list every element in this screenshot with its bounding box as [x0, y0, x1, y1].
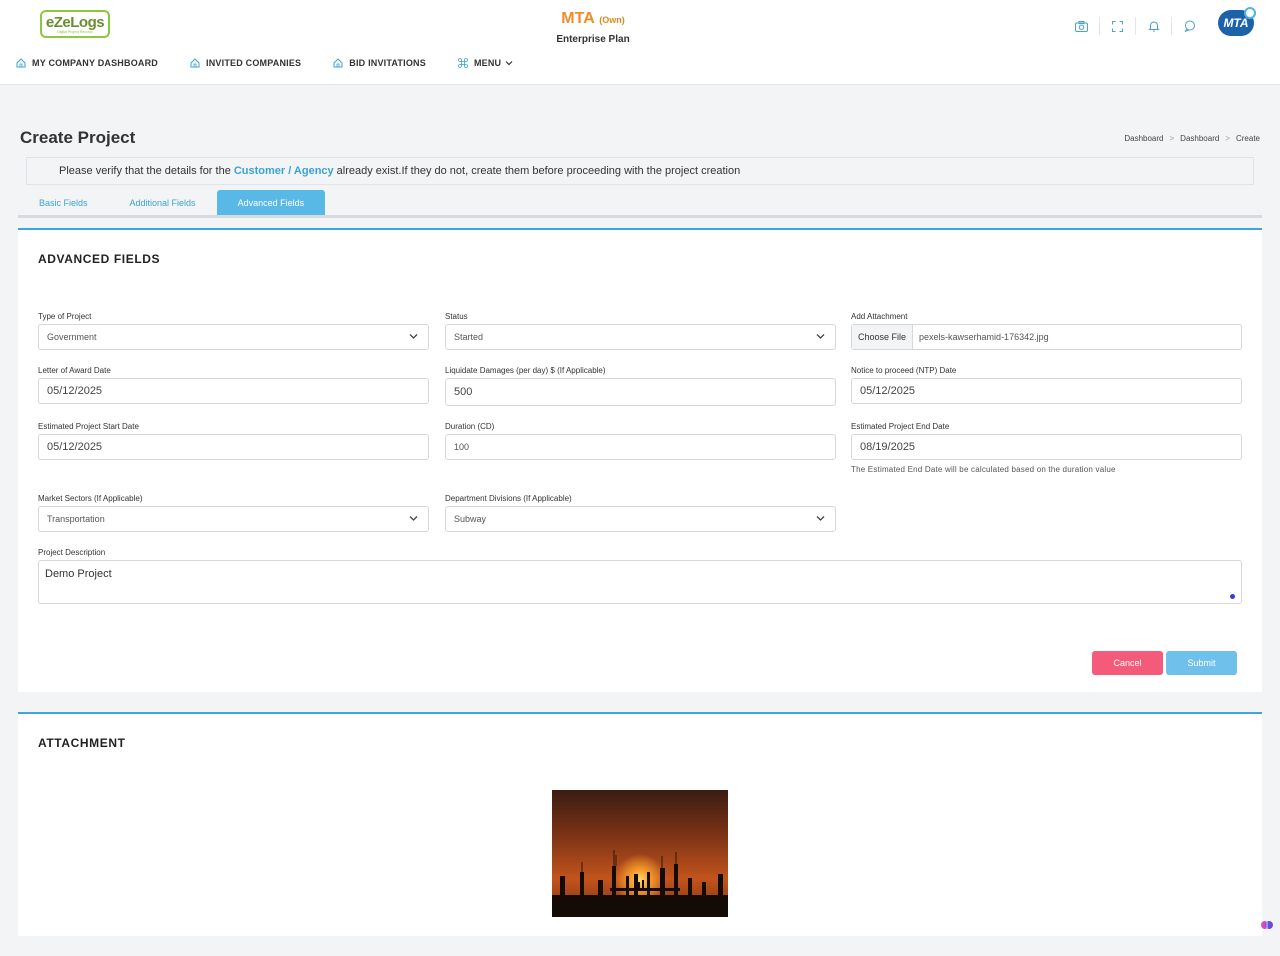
select-value: Government: [47, 332, 97, 342]
notice-highlight-link[interactable]: Customer / Agency: [234, 165, 334, 177]
chevron-down-icon: [409, 516, 418, 521]
chat-icon[interactable]: [1172, 17, 1208, 35]
chevron-down-icon: [816, 334, 825, 339]
file-name: pexels-kawserhamid-176342.jpg: [919, 332, 1049, 342]
market-sectors-label: Market Sectors (If Applicable): [38, 494, 143, 503]
chevron-down-icon: [816, 516, 825, 521]
project-description-textarea[interactable]: Demo Project: [38, 560, 1242, 604]
chevron-down-icon: [409, 334, 418, 339]
notice-text-before: Please verify that the details for the: [59, 165, 231, 177]
company-block: MTA (Own) Enterprise Plan: [520, 10, 666, 45]
plan-label: Enterprise Plan: [556, 34, 630, 45]
tab-advanced-fields[interactable]: Advanced Fields: [216, 190, 326, 215]
nav-bid-invitations[interactable]: BID INVITATIONS: [333, 58, 426, 68]
nav-my-company-dashboard[interactable]: MY COMPANY DASHBOARD: [16, 58, 158, 68]
type-of-project-label: Type of Project: [38, 312, 92, 321]
department-divisions-label: Department Divisions (If Applicable): [445, 494, 572, 503]
status-label: Status: [445, 312, 468, 321]
tab-basic-fields[interactable]: Basic Fields: [18, 190, 109, 215]
attachment-preview-image[interactable]: [552, 790, 728, 917]
fullscreen-icon[interactable]: [1100, 17, 1136, 35]
logo-text: eZeLogs: [45, 13, 105, 31]
est-start-date-input[interactable]: 05/12/2025: [38, 434, 429, 460]
est-start-label: Estimated Project Start Date: [38, 422, 139, 431]
department-divisions-select[interactable]: Subway: [445, 506, 836, 532]
breadcrumb: Dashboard > Dashboard > Create: [1118, 134, 1260, 143]
project-description-label: Project Description: [38, 548, 106, 557]
ntp-date-input[interactable]: 05/12/2025: [851, 378, 1242, 404]
main-nav: MY COMPANY DASHBOARD INVITED COMPANIES B…: [16, 58, 545, 68]
company-tag: (Own): [599, 15, 625, 25]
attachment-card: ATTACHMENT: [18, 712, 1262, 936]
verification-notice: Please verify that the details for the C…: [26, 157, 1254, 185]
company-name: MTA: [561, 10, 595, 27]
duration-label: Duration (CD): [445, 422, 495, 431]
brain-assistant-icon[interactable]: [1260, 918, 1274, 932]
est-end-date-input[interactable]: 08/19/2025: [851, 434, 1242, 460]
market-sectors-select[interactable]: Transportation: [38, 506, 429, 532]
liquidate-damages-label: Liquidate Damages (per day) $ (If Applic…: [445, 366, 606, 375]
notice-text-after: already exist.If they do not, create the…: [336, 165, 741, 177]
section-title: ATTACHMENT: [38, 736, 126, 750]
chevron-down-icon: [505, 61, 513, 66]
nav-invited-companies[interactable]: INVITED COMPANIES: [190, 58, 301, 68]
nav-label: INVITED COMPANIES: [206, 58, 302, 68]
home-icon: [16, 58, 26, 68]
breadcrumb-separator: >: [1169, 134, 1175, 143]
header-icons: [1064, 17, 1208, 35]
est-end-label: Estimated Project End Date: [851, 422, 950, 431]
type-of-project-select[interactable]: Government: [38, 324, 429, 350]
breadcrumb-item: Create: [1235, 134, 1260, 143]
bell-icon[interactable]: [1136, 17, 1172, 35]
logo-tagline: Digital Project Records: [57, 29, 93, 34]
select-value: Subway: [454, 514, 487, 524]
breadcrumb-item[interactable]: Dashboard: [1180, 134, 1219, 143]
breadcrumb-item[interactable]: Dashboard: [1124, 134, 1163, 143]
select-value: Transportation: [47, 514, 105, 524]
nav-label: BID INVITATIONS: [349, 58, 426, 68]
submit-button[interactable]: Submit: [1166, 651, 1237, 675]
breadcrumb-separator: >: [1225, 134, 1230, 143]
liquidate-damages-input[interactable]: 500: [445, 378, 836, 406]
status-ring-icon: [1244, 7, 1256, 19]
nav-label: MENU: [473, 58, 502, 68]
advanced-fields-card: ADVANCED FIELDS Type of Project Governme…: [18, 228, 1262, 692]
nav-label: MY COMPANY DASHBOARD: [32, 58, 159, 68]
letter-of-award-label: Letter of Award Date: [38, 366, 111, 375]
letter-of-award-date-input[interactable]: 05/12/2025: [38, 378, 429, 404]
textarea-value: Demo Project: [45, 568, 112, 580]
resize-handle-icon[interactable]: [1230, 594, 1235, 599]
camera-icon[interactable]: [1064, 17, 1100, 35]
form-tabs: Basic Fields Additional Fields Advanced …: [18, 190, 1262, 218]
duration-input[interactable]: 100: [445, 434, 836, 460]
add-attachment-label: Add Attachment: [851, 312, 908, 321]
ntp-date-label: Notice to proceed (NTP) Date: [851, 366, 957, 375]
section-title: ADVANCED FIELDS: [38, 252, 161, 266]
page-title: Create Project: [20, 128, 136, 147]
tab-additional-fields[interactable]: Additional Fields: [109, 190, 217, 215]
avatar[interactable]: MTA: [1218, 7, 1256, 36]
home-icon: [190, 58, 200, 68]
status-select[interactable]: Started: [445, 324, 836, 350]
home-icon: [333, 58, 343, 68]
cancel-button[interactable]: Cancel: [1092, 651, 1163, 675]
command-icon: [458, 58, 468, 68]
attachment-file-input[interactable]: Choose File pexels-kawserhamid-176342.jp…: [851, 324, 1242, 350]
select-value: Started: [454, 332, 484, 342]
nav-menu[interactable]: MENU: [458, 58, 513, 68]
choose-file-button[interactable]: Choose File: [852, 325, 914, 349]
ezelogs-logo[interactable]: eZeLogs Digital Project Records: [40, 10, 110, 38]
est-end-hint: The Estimated End Date will be calculate…: [851, 465, 1116, 474]
avatar-text: MTA: [1223, 16, 1249, 30]
top-header: eZeLogs Digital Project Records MTA (Own…: [0, 0, 1280, 85]
